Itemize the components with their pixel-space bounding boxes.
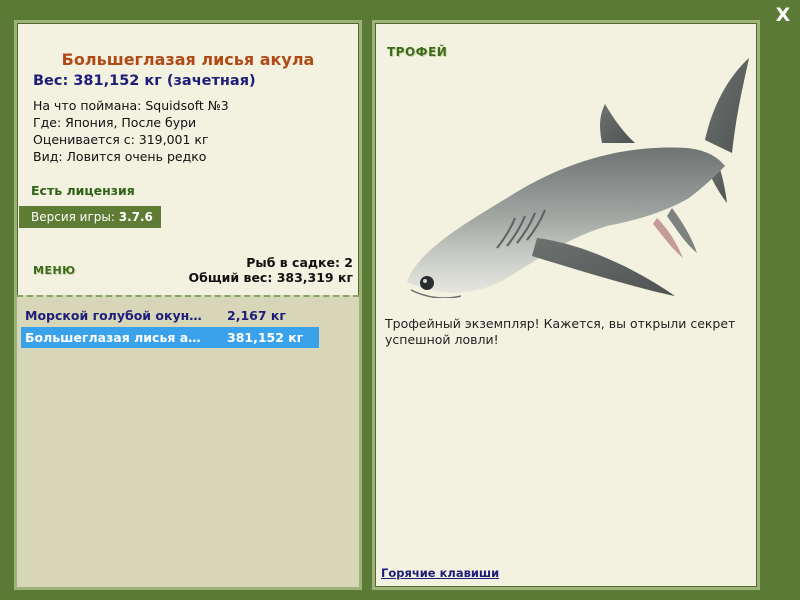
catch-weight: 381,152 кг — [227, 330, 304, 345]
catch-name: Большеглазая лисья а… — [25, 330, 201, 345]
fish-title: Большеглазая лисья акула — [61, 50, 315, 69]
valued-from-info: Оценивается с: 319,001 кг — [33, 132, 209, 147]
list-item-selected[interactable]: Большеглазая лисья а… 381,152 кг — [21, 327, 319, 348]
cage-summary: Рыб в садке: 2 Общий вес: 383,319 кг — [189, 255, 354, 285]
hotkeys-link[interactable]: Горячие клавиши — [381, 566, 499, 580]
version-bar: Версия игры: 3.7.6 — [19, 206, 161, 228]
cage-total-weight: Общий вес: 383,319 кг — [188, 270, 354, 285]
fish-weight: Вес: 381,152 кг (зачетная) — [33, 73, 256, 89]
catch-name: Морской голубой окун… — [25, 308, 202, 323]
catch-weight: 2,167 кг — [227, 308, 286, 323]
catch-list: Морской голубой окун… 2,167 кг Большегла… — [17, 295, 359, 587]
trophy-description: Трофейный экземпляр! Кажется, вы открыли… — [385, 316, 736, 347]
location-info: Где: Япония, После бури — [33, 115, 197, 130]
version-value: 3.7.6 — [118, 210, 153, 224]
license-status: Есть лицензия — [31, 183, 135, 198]
bait-info: На что поймана: Squidsoft №3 — [33, 98, 229, 113]
trophy-panel: ТРОФЕЙ Трофейный экземпляр! Кажется, вы … — [372, 20, 760, 590]
rarity-info: Вид: Ловится очень редко — [33, 149, 207, 164]
version-label: Версия игры: — [31, 210, 115, 224]
fish-info-panel: Большеглазая лисья акула Вес: 381,152 кг… — [14, 20, 362, 590]
list-item[interactable]: Морской голубой окун… 2,167 кг — [21, 305, 319, 326]
close-button[interactable]: X — [773, 4, 793, 26]
shark-image — [387, 48, 757, 302]
menu-button[interactable]: МЕНЮ — [33, 264, 76, 277]
cage-count: Рыб в садке: 2 — [246, 255, 353, 270]
